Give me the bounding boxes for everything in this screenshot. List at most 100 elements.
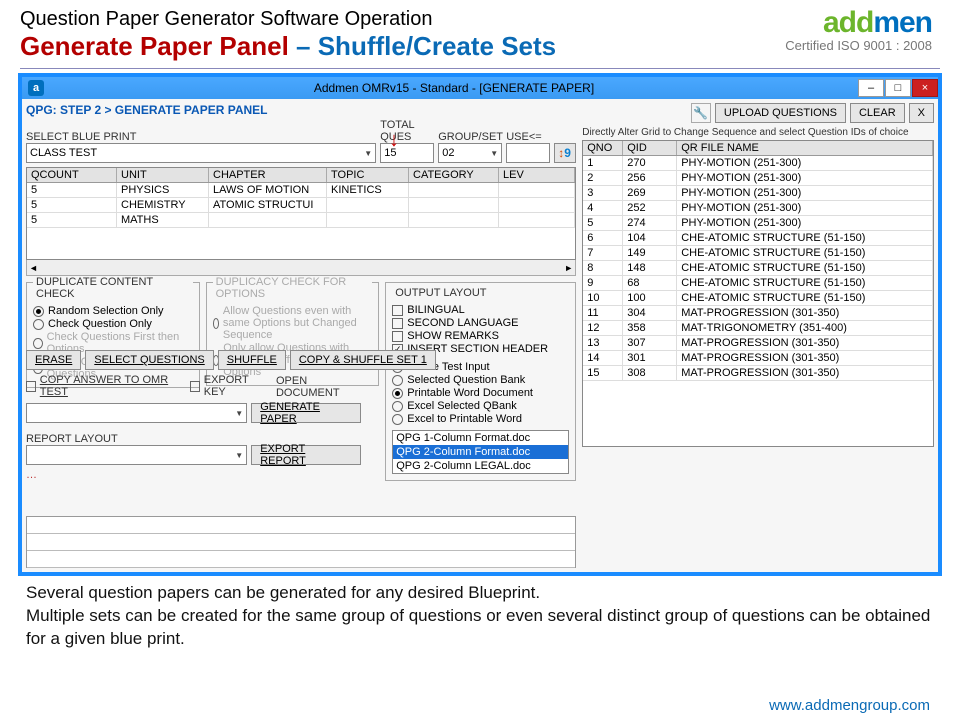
output-radio-label: Printable Word Document bbox=[407, 387, 533, 399]
group-set-value: 02 bbox=[442, 147, 454, 159]
footer-grid bbox=[26, 516, 576, 568]
list-item[interactable]: QPG 2-Column Format.doc bbox=[393, 445, 568, 459]
doc-title-a: Generate Paper Panel bbox=[20, 31, 289, 61]
dup-check-radio bbox=[33, 338, 43, 349]
output-check-label: SHOW REMARKS bbox=[407, 330, 499, 342]
use-label: USE<= bbox=[506, 131, 550, 143]
table-row[interactable]: 5274PHY-MOTION (251-300) bbox=[583, 216, 933, 231]
output-layout: OUTPUT LAYOUT BILINGUALSECOND LANGUAGESH… bbox=[385, 282, 576, 481]
use-input[interactable] bbox=[506, 143, 550, 163]
output-checkbox[interactable] bbox=[392, 318, 403, 329]
q-grid-header: QNO QID QR FILE NAME bbox=[583, 141, 933, 156]
output-radio-label: Selected Question Bank bbox=[407, 374, 525, 386]
desc-line-1: Several question papers can be generated… bbox=[26, 582, 934, 605]
document-template-list[interactable]: QPG 1-Column Format.docQPG 2-Column Form… bbox=[392, 430, 569, 474]
blueprint-grid[interactable]: QCOUNT UNIT CHAPTER TOPIC CATEGORY LEV 5… bbox=[26, 167, 576, 260]
brand-block: addmen Certified ISO 9001 : 2008 bbox=[785, 6, 932, 53]
table-row[interactable]: 5MATHS bbox=[27, 213, 575, 228]
table-row[interactable]: 968CHE-ATOMIC STRUCTURE (51-150) bbox=[583, 276, 933, 291]
open-document-label: OPEN DOCUMENT bbox=[276, 375, 361, 399]
select-questions-button[interactable]: SELECT QUESTIONS bbox=[85, 350, 213, 370]
website-link[interactable]: www.addmengroup.com bbox=[769, 697, 930, 714]
duplicacy-check-options: DUPLICACY CHECK FOR OPTIONS Allow Questi… bbox=[206, 282, 380, 386]
table-row[interactable]: 13307MAT-PROGRESSION (301-350) bbox=[583, 336, 933, 351]
blueprint-value: CLASS TEST bbox=[30, 147, 97, 159]
dup-opt-legend: DUPLICACY CHECK FOR OPTIONS bbox=[213, 276, 373, 300]
erase-button[interactable]: ERASE bbox=[26, 350, 81, 370]
output-check-label: SECOND LANGUAGE bbox=[407, 317, 518, 329]
horizontal-scrollbar[interactable]: ◄► bbox=[26, 260, 576, 276]
shuffle-button[interactable]: SHUFFLE bbox=[218, 350, 286, 370]
output-radio[interactable] bbox=[392, 401, 403, 412]
dup-check-radio[interactable] bbox=[33, 319, 44, 330]
upload-questions-button[interactable]: UPLOAD QUESTIONS bbox=[715, 103, 846, 123]
clear-button[interactable]: CLEAR bbox=[850, 103, 905, 123]
window-title: Addmen OMRv15 - Standard - [GENERATE PAP… bbox=[50, 81, 858, 95]
output-checkbox[interactable] bbox=[392, 331, 403, 342]
copy-answer-checkbox[interactable] bbox=[26, 381, 36, 392]
list-item[interactable]: QPG 2-Column LEGAL.doc bbox=[393, 459, 568, 473]
question-grid[interactable]: QNO QID QR FILE NAME 1270PHY-MOTION (251… bbox=[582, 140, 934, 447]
certification-label: Certified ISO 9001 : 2008 bbox=[785, 38, 932, 53]
dup-opt-radio bbox=[213, 318, 219, 329]
wrench-icon: 🔧 bbox=[693, 106, 708, 120]
attention-arrow-icon: ↓ bbox=[389, 129, 399, 152]
table-row[interactable]: 10100CHE-ATOMIC STRUCTURE (51-150) bbox=[583, 291, 933, 306]
table-row[interactable]: 11304MAT-PROGRESSION (301-350) bbox=[583, 306, 933, 321]
output-radio-label: Excel Selected QBank bbox=[407, 400, 516, 412]
doc-title-b: – Shuffle/Create Sets bbox=[289, 31, 556, 61]
export-key-checkbox[interactable] bbox=[190, 381, 200, 392]
table-row[interactable]: 1270PHY-MOTION (251-300) bbox=[583, 156, 933, 171]
panel-step-title: QPG: STEP 2 > GENERATE PAPER PANEL bbox=[26, 103, 576, 117]
omr-test-select[interactable] bbox=[26, 403, 247, 423]
refresh-shuffle-button[interactable]: ↕9 bbox=[554, 143, 576, 163]
dup-check-radio[interactable] bbox=[33, 306, 44, 317]
table-row[interactable]: 7149CHE-ATOMIC STRUCTURE (51-150) bbox=[583, 246, 933, 261]
close-panel-button[interactable]: X bbox=[909, 103, 934, 123]
copy-answer-label: COPY ANSWER TO OMR TEST bbox=[40, 374, 178, 398]
export-report-button[interactable]: EXPORT REPORT bbox=[251, 445, 361, 465]
table-row[interactable]: 3269PHY-MOTION (251-300) bbox=[583, 186, 933, 201]
table-row[interactable]: 5PHYSICSLAWS OF MOTIONKINETICS bbox=[27, 183, 575, 198]
table-row[interactable]: 12358MAT-TRIGONOMETRY (351-400) bbox=[583, 321, 933, 336]
table-row[interactable]: 4252PHY-MOTION (251-300) bbox=[583, 201, 933, 216]
blueprint-select[interactable]: CLASS TEST bbox=[26, 143, 376, 163]
blueprint-label: SELECT BLUE PRINT bbox=[26, 131, 376, 143]
titlebar: a Addmen OMRv15 - Standard - [GENERATE P… bbox=[22, 77, 938, 99]
desc-line-2: Multiple sets can be created for the sam… bbox=[26, 605, 934, 651]
logo-b: men bbox=[873, 6, 932, 39]
settings-button[interactable]: 🔧 bbox=[691, 103, 711, 123]
output-checkbox[interactable] bbox=[392, 305, 403, 316]
group-set-select[interactable]: 02 bbox=[438, 143, 502, 163]
list-item[interactable]: QPG 1-Column Format.doc bbox=[393, 431, 568, 445]
close-button[interactable]: × bbox=[912, 79, 938, 97]
table-row[interactable]: 14301MAT-PROGRESSION (301-350) bbox=[583, 351, 933, 366]
table-row[interactable]: 5CHEMISTRYATOMIC STRUCTUI bbox=[27, 198, 575, 213]
dup-opt-option-label: Allow Questions even with same Options b… bbox=[223, 305, 372, 341]
minimize-button[interactable]: – bbox=[858, 79, 884, 97]
logo-a: add bbox=[823, 6, 873, 39]
app-icon: a bbox=[28, 80, 44, 96]
copy-shuffle-button[interactable]: COPY & SHUFFLE SET 1 bbox=[290, 350, 436, 370]
table-row[interactable]: 2256PHY-MOTION (251-300) bbox=[583, 171, 933, 186]
output-radio[interactable] bbox=[392, 414, 403, 425]
dup-check-option-label: Random Selection Only bbox=[48, 305, 164, 317]
status-ellipsis: … bbox=[26, 469, 361, 481]
table-row[interactable]: 8148CHE-ATOMIC STRUCTURE (51-150) bbox=[583, 261, 933, 276]
app-window: a Addmen OMRv15 - Standard - [GENERATE P… bbox=[18, 73, 942, 576]
output-radio-label: Excel to Printable Word bbox=[407, 413, 522, 425]
maximize-button[interactable]: □ bbox=[885, 79, 911, 97]
output-layout-legend: OUTPUT LAYOUT bbox=[392, 287, 489, 299]
export-key-label: EXPORT KEY bbox=[204, 374, 264, 398]
table-row[interactable]: 15308MAT-PROGRESSION (301-350) bbox=[583, 366, 933, 381]
grid-note: Directly Alter Grid to Change Sequence a… bbox=[582, 127, 934, 138]
dup-check-option-label: Check Question Only bbox=[48, 318, 152, 330]
divider bbox=[20, 68, 940, 69]
table-row[interactable]: 6104CHE-ATOMIC STRUCTURE (51-150) bbox=[583, 231, 933, 246]
group-set-label: GROUP/SET bbox=[438, 131, 502, 143]
generate-paper-button[interactable]: GENERATE PAPER bbox=[251, 403, 361, 423]
report-layout-select[interactable] bbox=[26, 445, 247, 465]
output-radio[interactable] bbox=[392, 375, 403, 386]
output-radio[interactable] bbox=[392, 388, 403, 399]
grid-header: QCOUNT UNIT CHAPTER TOPIC CATEGORY LEV bbox=[27, 168, 575, 183]
